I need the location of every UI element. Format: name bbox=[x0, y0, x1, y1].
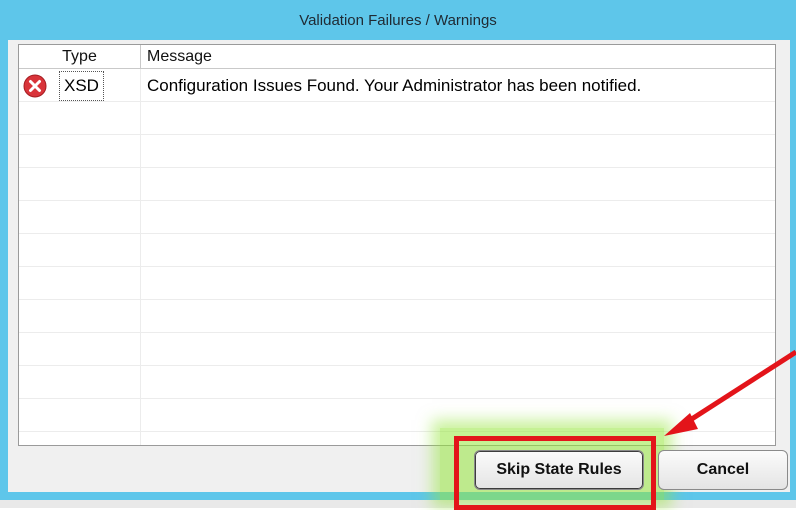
empty-type-cell bbox=[19, 366, 141, 398]
empty-type-cell bbox=[19, 300, 141, 332]
empty-type-cell bbox=[19, 432, 141, 445]
empty-type-cell bbox=[19, 168, 141, 200]
empty-row[interactable] bbox=[19, 135, 775, 168]
empty-row[interactable] bbox=[19, 168, 775, 201]
validation-grid[interactable]: Type Message XSD Configuration Issues Fo… bbox=[18, 44, 776, 446]
empty-type-cell bbox=[19, 201, 141, 233]
empty-row[interactable] bbox=[19, 366, 775, 399]
message-value: Configuration Issues Found. Your Adminis… bbox=[147, 76, 642, 95]
empty-row[interactable] bbox=[19, 102, 775, 135]
grid-header: Type Message bbox=[19, 45, 775, 69]
dialog-title: Validation Failures / Warnings bbox=[299, 11, 497, 29]
empty-row[interactable] bbox=[19, 201, 775, 234]
annotation-highlight-box bbox=[454, 436, 656, 510]
table-row[interactable]: XSD Configuration Issues Found. Your Adm… bbox=[19, 69, 775, 102]
error-icon bbox=[23, 74, 47, 98]
cancel-button[interactable]: Cancel bbox=[658, 450, 788, 490]
empty-type-cell bbox=[19, 399, 141, 431]
dialog-client-area: Type Message XSD Configuration Issues Fo… bbox=[8, 40, 790, 492]
empty-type-cell bbox=[19, 333, 141, 365]
empty-type-cell bbox=[19, 135, 141, 167]
type-value: XSD bbox=[59, 71, 104, 101]
empty-type-cell bbox=[19, 102, 141, 134]
empty-type-cell bbox=[19, 234, 141, 266]
empty-type-cell bbox=[19, 267, 141, 299]
empty-row[interactable] bbox=[19, 333, 775, 366]
empty-row[interactable] bbox=[19, 300, 775, 333]
background-strip bbox=[0, 500, 796, 508]
type-cell: XSD bbox=[19, 69, 141, 101]
column-header-type[interactable]: Type bbox=[19, 45, 141, 69]
column-header-message[interactable]: Message bbox=[147, 45, 212, 69]
empty-row[interactable] bbox=[19, 234, 775, 267]
empty-row[interactable] bbox=[19, 267, 775, 300]
dialog-window: Validation Failures / Warnings Type Mess… bbox=[0, 0, 796, 500]
